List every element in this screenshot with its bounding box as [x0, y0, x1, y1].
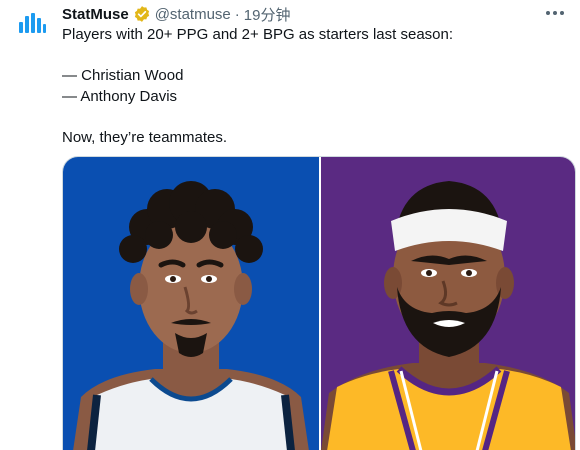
- timestamp[interactable]: 19分钟: [244, 4, 291, 25]
- tweet-text: Players with 20+ PPG and 2+ BPG as start…: [62, 25, 562, 148]
- author-handle[interactable]: @statmuse: [155, 6, 231, 23]
- statmuse-logo-icon[interactable]: [12, 4, 52, 44]
- tweet-line-4: — Anthony Davis: [62, 87, 178, 105]
- separator-dot: ·: [234, 5, 240, 23]
- tweet-line-6: Now, they’re teammates.: [62, 128, 228, 146]
- tweet-line-3: — Christian Wood: [62, 67, 184, 84]
- tweet: StatMuse @statmuse · 19分钟 Players with 2…: [0, 0, 580, 450]
- player-illustration-left[interactable]: [63, 157, 319, 450]
- tweet-line-1: Players with 20+ PPG and 2+ BPG as start…: [62, 26, 454, 43]
- more-options-icon[interactable]: [544, 4, 566, 22]
- tweet-header: StatMuse @statmuse · 19分钟: [62, 4, 290, 24]
- author-name[interactable]: StatMuse: [62, 6, 129, 23]
- verified-badge-icon: [133, 5, 151, 23]
- line-break: [62, 107, 562, 128]
- player-illustration-right[interactable]: [321, 157, 575, 450]
- tweet-media[interactable]: [62, 156, 576, 450]
- line-break: [62, 46, 562, 67]
